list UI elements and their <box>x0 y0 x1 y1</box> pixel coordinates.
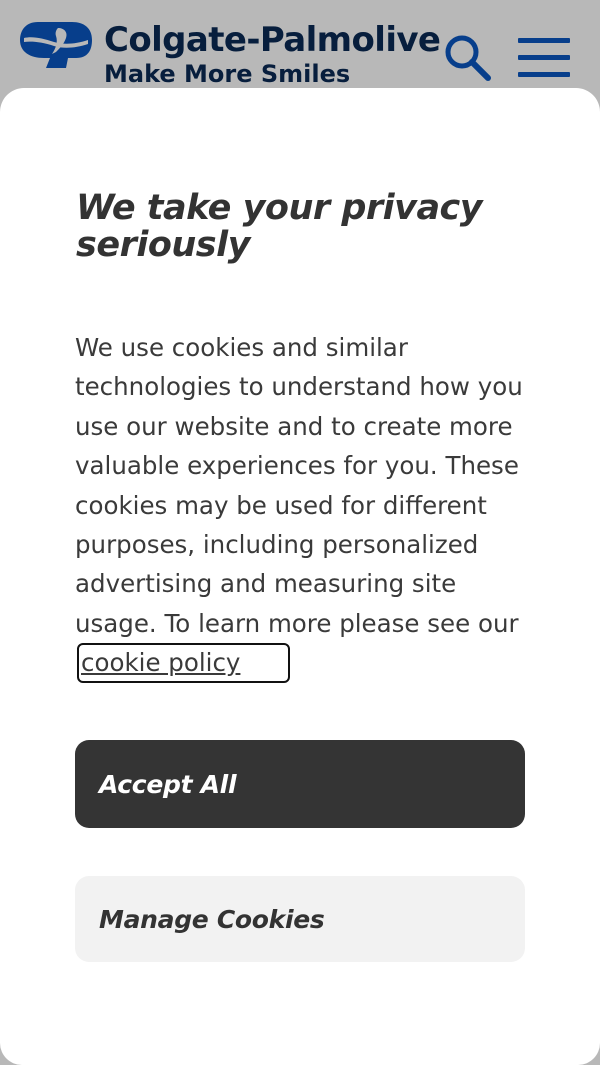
modal-body: We use cookies and similar technologies … <box>75 328 545 684</box>
modal-body-text: We use cookies and similar technologies … <box>75 333 523 638</box>
modal-title: We take your privacy seriously <box>76 188 483 265</box>
manage-cookies-button[interactable]: Manage Cookies <box>75 876 525 962</box>
cookie-policy-link[interactable]: cookie policy <box>77 643 291 684</box>
cookie-consent-modal: We take your privacy seriously We use co… <box>0 88 600 1065</box>
accept-all-button[interactable]: Accept All <box>75 740 525 828</box>
